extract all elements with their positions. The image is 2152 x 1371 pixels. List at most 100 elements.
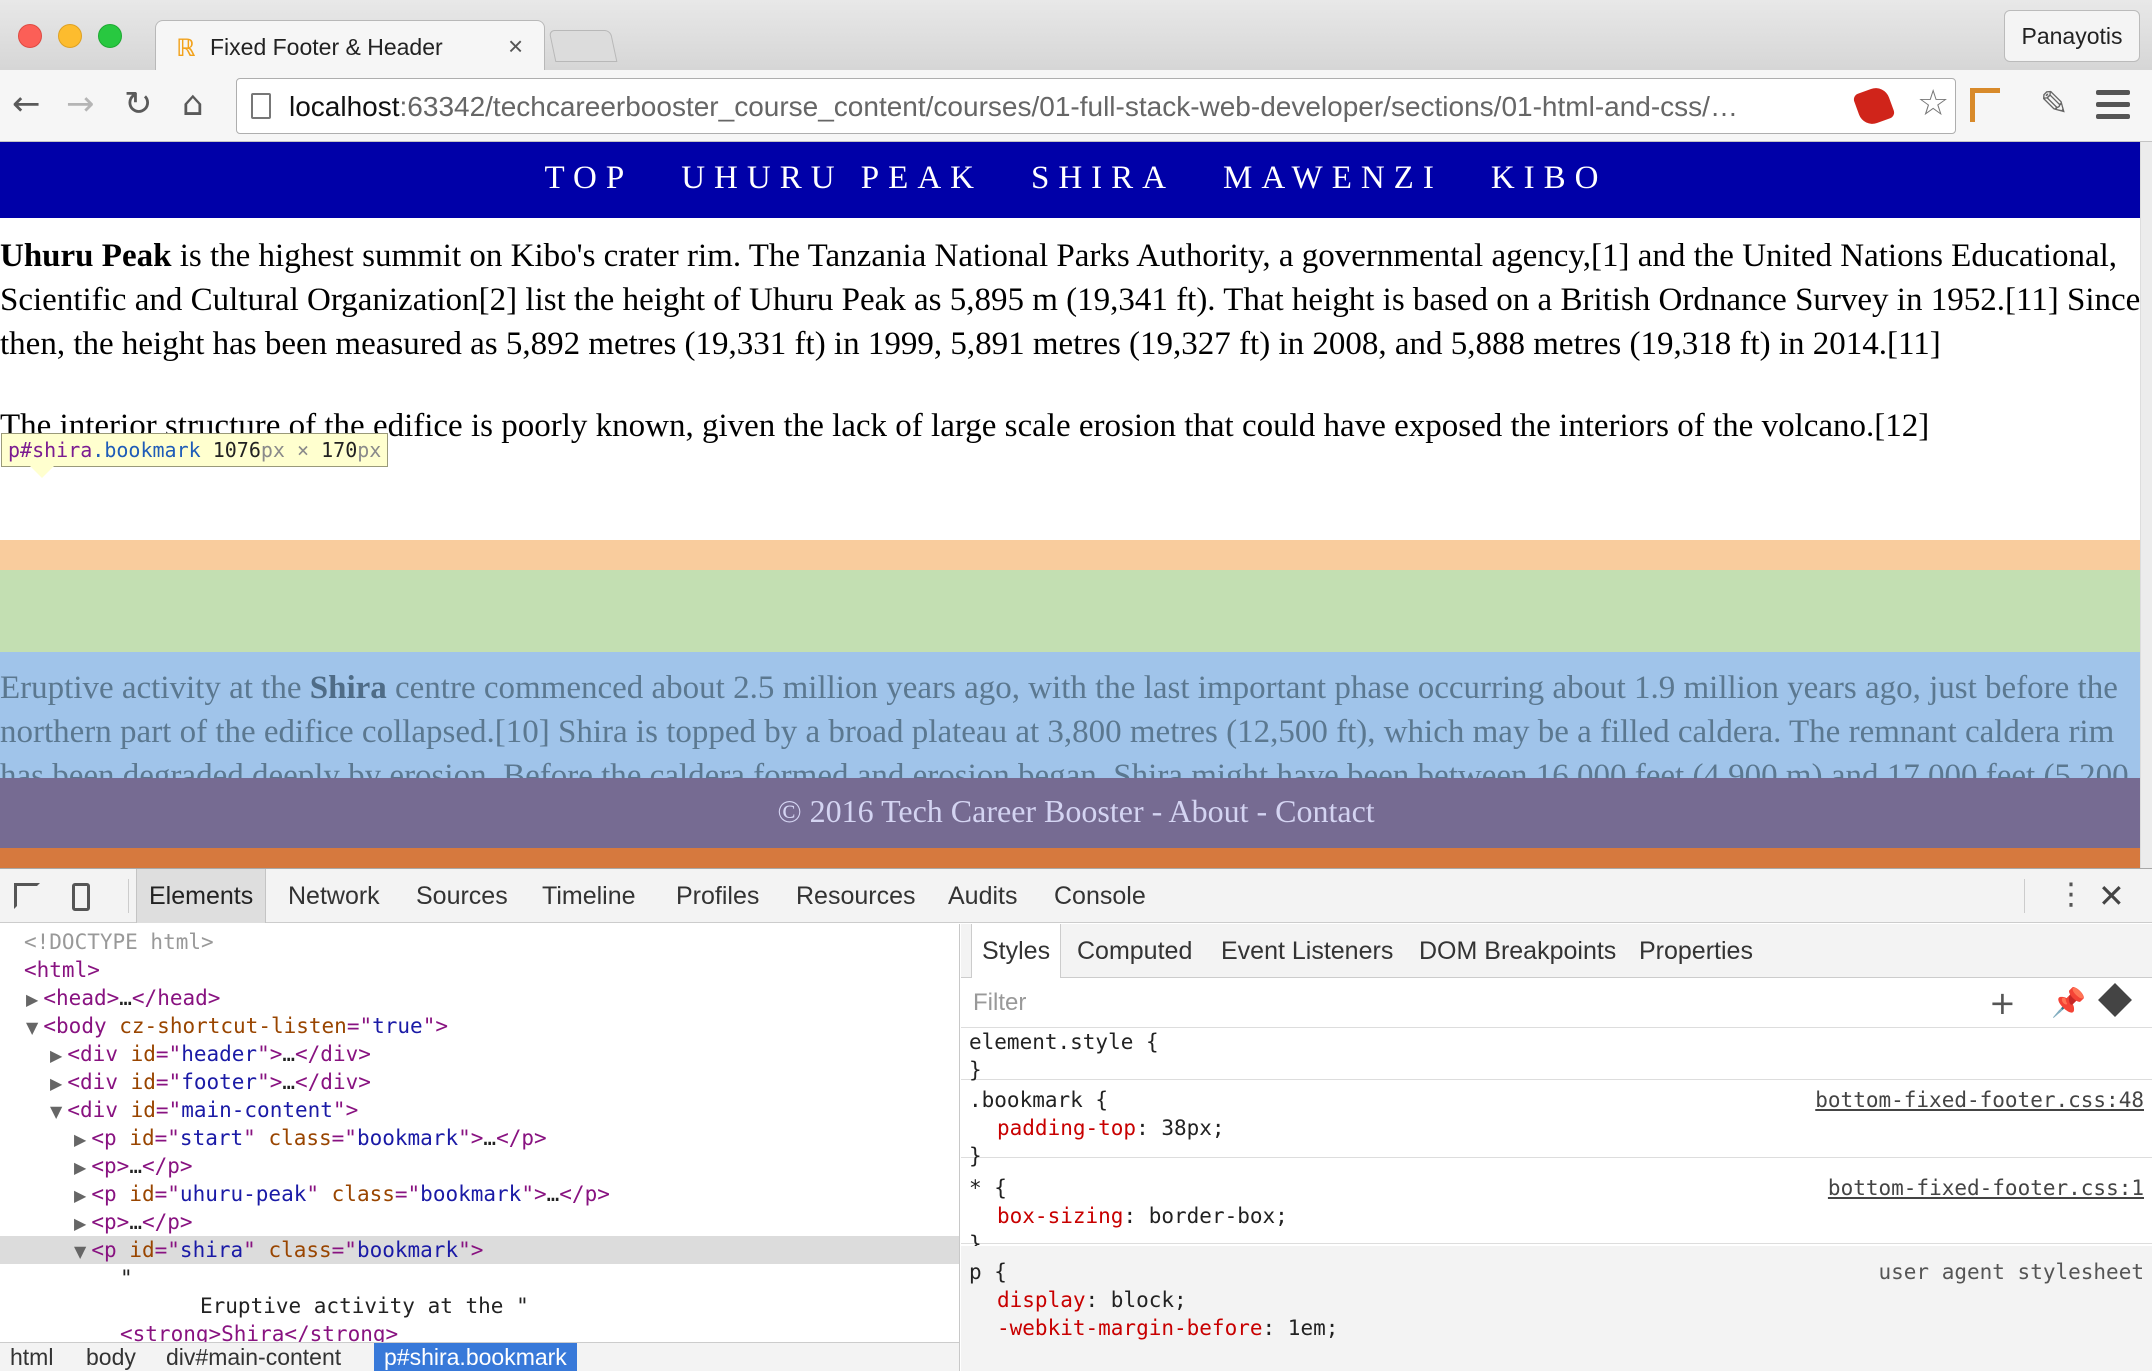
css-prop-name[interactable]: -webkit-margin-before: [997, 1316, 1263, 1340]
expand-icon[interactable]: ▶: [0, 1074, 67, 1093]
tooltip-selector: p#shira: [8, 438, 93, 462]
breadcrumb-html[interactable]: html: [0, 1343, 63, 1371]
css-rule-bookmark[interactable]: .bookmark {bottom-fixed-footer.css:48 pa…: [961, 1080, 2152, 1168]
add-rule-icon[interactable]: +: [1989, 984, 2016, 1022]
window-maximize-button[interactable]: [98, 24, 122, 48]
css-prop-name[interactable]: padding-top: [997, 1116, 1136, 1140]
tab-elements[interactable]: Elements: [136, 869, 267, 923]
footer-text: © 2016 Tech Career Booster - About - Con…: [777, 793, 1375, 829]
expand-icon[interactable]: ▶: [0, 1186, 91, 1205]
tab-computed[interactable]: Computed: [1067, 924, 1202, 978]
collapse-icon[interactable]: ▼: [0, 1102, 67, 1121]
css-prop-value[interactable]: : 38px;: [1136, 1116, 1225, 1140]
tab-profiles[interactable]: Profiles: [664, 869, 771, 923]
page-scrollbar[interactable]: [2140, 142, 2152, 868]
dom-node-head[interactable]: ▶ <head>…</head>: [0, 984, 959, 1012]
tab-network[interactable]: Network: [276, 869, 392, 923]
attr-eq: =": [154, 1182, 180, 1206]
nav-link-mawenzi[interactable]: MAWENZI: [1223, 160, 1443, 197]
dom-node-doctype[interactable]: <!DOCTYPE html>: [0, 928, 959, 956]
window-close-button[interactable]: [18, 24, 42, 48]
browser-tab-active[interactable]: ℝ Fixed Footer & Header ×: [155, 20, 545, 72]
tab-dom-breakpoints[interactable]: DOM Breakpoints: [1409, 924, 1626, 978]
tooltip-height: 170: [321, 438, 358, 462]
nav-link-kibo[interactable]: KIBO: [1491, 160, 1608, 197]
more-options-icon[interactable]: ⋮: [2056, 877, 2086, 912]
reload-icon[interactable]: ↻: [124, 82, 153, 126]
expand-icon[interactable]: ▶: [0, 1130, 91, 1149]
css-prop-value[interactable]: : border-box;: [1123, 1204, 1287, 1228]
css-rule-universal[interactable]: * {bottom-fixed-footer.css:1 box-sizing:…: [961, 1164, 2152, 1256]
new-tab-button[interactable]: [548, 30, 618, 62]
address-bar[interactable]: localhost:63342/techcareerbooster_course…: [236, 78, 1956, 134]
collapse-icon[interactable]: ▼: [0, 1242, 91, 1261]
dom-node-body[interactable]: ▼ <body cz-shortcut-listen="true">: [0, 1012, 959, 1040]
site-nav: TOP UHURU PEAK SHIRA MAWENZI KIBO: [520, 160, 1631, 197]
dom-node-footer-div[interactable]: ▶ <div id="footer">…</div>: [0, 1068, 959, 1096]
css-rule-user-agent-p[interactable]: p {user agent stylesheet display: block;…: [961, 1246, 2152, 1371]
css-prop-value[interactable]: : block;: [1086, 1288, 1187, 1312]
tooltip-unit: px: [357, 438, 382, 462]
expand-icon[interactable]: ▶: [0, 1214, 91, 1233]
forward-icon[interactable]: →: [66, 82, 95, 126]
dom-node-p[interactable]: ▶ <p>…</p>: [0, 1208, 959, 1236]
profile-button[interactable]: Panayotis: [2004, 10, 2140, 62]
browser-tab-bar: ℝ Fixed Footer & Header × Panayotis: [0, 0, 2152, 72]
css-prop-name[interactable]: display: [997, 1288, 1086, 1312]
css-prop-name[interactable]: box-sizing: [997, 1204, 1123, 1228]
tab-properties[interactable]: Properties: [1629, 924, 1763, 978]
page-viewport: TOP UHURU PEAK SHIRA MAWENZI KIBO Uhuru …: [0, 142, 2152, 868]
dom-node-p-uhuru[interactable]: ▶ <p id="uhuru-peak" class="bookmark">…<…: [0, 1180, 959, 1208]
dom-node-html[interactable]: <html>: [0, 956, 959, 984]
tab-timeline[interactable]: Timeline: [530, 869, 648, 923]
home-icon[interactable]: ⌂: [182, 82, 204, 126]
star-icon[interactable]: ☆: [1917, 83, 1949, 124]
bookmark-extension-icon[interactable]: [1970, 88, 2000, 122]
window-minimize-button[interactable]: [58, 24, 82, 48]
device-mode-icon[interactable]: [72, 883, 90, 911]
breadcrumb-main-content[interactable]: div#main-content: [156, 1343, 351, 1371]
dom-text-node[interactable]: ": [0, 1264, 959, 1292]
rule-source-link[interactable]: bottom-fixed-footer.css:48: [1815, 1086, 2144, 1114]
nav-link-uhuru-peak[interactable]: UHURU PEAK: [681, 160, 983, 197]
css-rule-element-style[interactable]: element.style { }: [961, 1028, 2152, 1082]
nav-link-shira[interactable]: SHIRA: [1031, 160, 1175, 197]
pin-state-icon[interactable]: 📌: [2051, 986, 2086, 1019]
uhuru-peak-paragraph: Uhuru Peak is the highest summit on Kibo…: [0, 234, 2148, 366]
tab-audits[interactable]: Audits: [936, 869, 1029, 923]
tab-resources[interactable]: Resources: [784, 869, 928, 923]
tab-styles[interactable]: Styles: [971, 924, 1062, 978]
back-icon[interactable]: ←: [12, 82, 41, 126]
url-text[interactable]: localhost:63342/techcareerbooster_course…: [289, 91, 1859, 123]
dom-text-node[interactable]: Eruptive activity at the ": [0, 1292, 959, 1320]
tab-event-listeners[interactable]: Event Listeners: [1211, 924, 1403, 978]
dom-node-p-shira-selected[interactable]: ▼ <p id="shira" class="bookmark">: [0, 1236, 959, 1264]
color-format-icon[interactable]: [2098, 983, 2132, 1017]
tab-close-icon[interactable]: ×: [508, 31, 523, 62]
css-prop-value[interactable]: : 1em;: [1263, 1316, 1339, 1340]
dom-node-p[interactable]: ▶ <p>…</p>: [0, 1152, 959, 1180]
expand-icon[interactable]: ▶: [0, 1046, 67, 1065]
nav-link-top[interactable]: TOP: [544, 160, 633, 197]
expand-icon[interactable]: ▶: [0, 990, 43, 1009]
collapse-icon[interactable]: ▼: [0, 1018, 43, 1037]
dom-node-p-start[interactable]: ▶ <p id="start" class="bookmark">…</p>: [0, 1124, 959, 1152]
breadcrumb-shira[interactable]: p#shira.bookmark: [374, 1343, 577, 1371]
expand-icon[interactable]: ▶: [0, 1158, 91, 1177]
styles-filter-input[interactable]: [971, 988, 1571, 1018]
eyedropper-icon[interactable]: ✎: [2040, 84, 2069, 124]
attr-sep: ": [243, 1126, 269, 1150]
dom-node-main-div[interactable]: ▼ <div id="main-content">: [0, 1096, 959, 1124]
tab-sources[interactable]: Sources: [404, 869, 520, 923]
uhuru-peak-text: is the highest summit on Kibo's crater r…: [0, 238, 2141, 362]
dom-node-header-div[interactable]: ▶ <div id="header">…</div>: [0, 1040, 959, 1068]
rule-source-link[interactable]: bottom-fixed-footer.css:1: [1828, 1174, 2144, 1202]
breadcrumb-body[interactable]: body: [76, 1343, 146, 1371]
attr-eq: =": [155, 1070, 182, 1094]
attr-eq: =": [154, 1238, 180, 1262]
menu-icon[interactable]: [2096, 90, 2130, 126]
tab-console[interactable]: Console: [1042, 869, 1158, 923]
close-devtools-icon[interactable]: ✕: [2098, 877, 2125, 915]
inspect-element-icon[interactable]: [14, 883, 40, 909]
ellipsis: …: [129, 1210, 142, 1234]
